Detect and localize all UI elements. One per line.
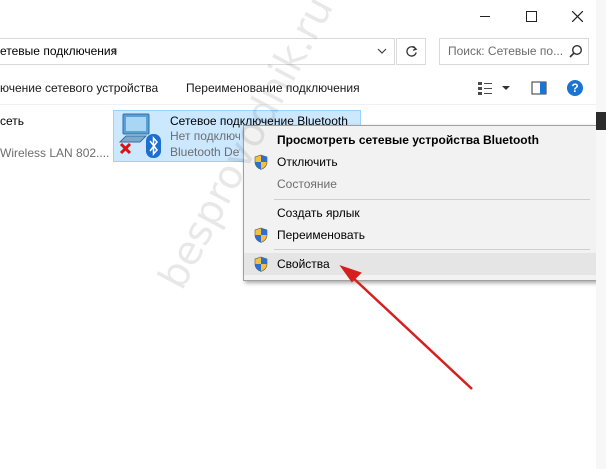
menu-item-label: Просмотреть сетевые устройства Bluetooth [277,133,539,147]
help-icon[interactable]: ? [567,80,583,96]
address-bar[interactable]: етевые подключения › [0,38,395,65]
view-options-icon[interactable] [477,81,493,95]
right-edge-tab [596,112,606,130]
search-input[interactable]: Поиск: Сетевые по... [448,44,563,58]
diagnose-device-command[interactable]: ючение сетевого устройства [0,81,158,95]
menu-separator [274,199,590,200]
maximize-icon [525,10,537,22]
menu-item-view-bluetooth-devices[interactable]: Просмотреть сетевые устройства Bluetooth [244,129,596,151]
network-item-title[interactable]: сеть [0,114,24,128]
right-edge-window [596,0,606,469]
menu-item-label: Переименовать [277,228,365,242]
menu-separator [274,249,590,250]
network-item-subtitle: Wireless LAN 802.... [0,146,110,160]
menu-item-disable[interactable]: Отключить [244,151,596,173]
search-box[interactable]: Поиск: Сетевые по... [439,38,589,65]
menu-item-create-shortcut[interactable]: Создать ярлык [244,202,596,224]
uac-shield-icon [254,256,268,272]
preview-pane-icon[interactable] [531,81,547,95]
menu-item-label: Создать ярлык [277,206,360,220]
breadcrumb-chevron-icon[interactable]: › [113,44,117,58]
menu-item-status[interactable]: Состояние [244,173,596,195]
close-icon [571,10,583,22]
refresh-icon [405,45,417,57]
refresh-button[interactable] [396,38,426,65]
menu-item-label: Отключить [277,155,338,169]
chevron-down-icon[interactable] [501,81,511,95]
network-adapter-icon [118,113,161,158]
uac-shield-icon [254,227,268,243]
address-path[interactable]: етевые подключения [0,44,117,58]
menu-item-rename[interactable]: Переименовать [244,224,596,246]
chevron-down-icon [377,48,387,54]
minimize-icon [480,15,490,17]
search-icon[interactable] [569,44,583,58]
minimize-button[interactable] [462,0,508,32]
annotation-arrow-icon [339,265,473,390]
menu-item-label: Состояние [277,177,337,191]
menu-item-label: Свойства [277,257,330,271]
maximize-button[interactable] [508,0,554,32]
address-dropdown-button[interactable] [372,41,392,61]
close-button[interactable] [554,0,600,32]
